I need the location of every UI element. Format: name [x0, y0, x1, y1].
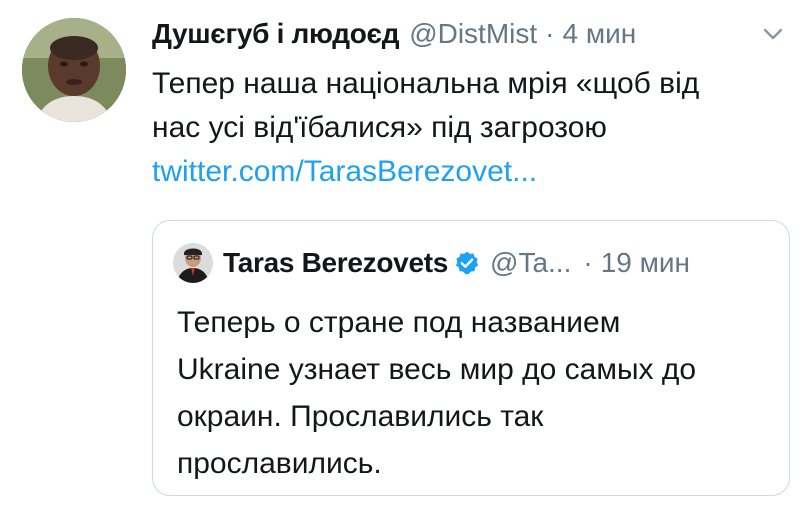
- quoted-tweet-text: Теперь о стране под названием Ukraine уз…: [177, 299, 777, 487]
- author-avatar[interactable]: [22, 18, 126, 122]
- separator-dot: ·: [545, 18, 555, 49]
- quoted-user-avatar-icon: [173, 243, 213, 283]
- verified-badge-icon: [455, 251, 479, 275]
- quoted-text-line: прославились.: [177, 447, 382, 480]
- quoted-text-line: окраин. Прославились так: [177, 400, 544, 433]
- quoted-author-avatar[interactable]: [173, 243, 213, 283]
- tweet-text-line: Тепер наша національна мрія «щоб від: [152, 67, 700, 100]
- tweet-header: Душєгуб і людоєд @DistMist · 4 мин: [152, 14, 780, 54]
- quoted-author-handle[interactable]: @Ta...: [490, 247, 571, 279]
- quoted-text-line: Теперь о стране под названием: [177, 306, 621, 339]
- quoted-tweet-header: Taras Berezovets @Ta... · 19 мин: [223, 243, 773, 283]
- tweet-text: Тепер наша національна мрія «щоб від нас…: [152, 62, 772, 150]
- quoted-text-line: Ukraine узнает весь мир до самых до: [177, 353, 697, 386]
- tweet[interactable]: Душєгуб і людоєд @DistMist · 4 мин Тепер…: [0, 0, 800, 505]
- quoted-author-name[interactable]: Taras Berezovets: [223, 247, 448, 279]
- user-avatar-photo-icon: [22, 18, 126, 122]
- quoted-tweet-timestamp[interactable]: 19 мин: [601, 247, 690, 279]
- tweet-link[interactable]: twitter.com/TarasBerezovet...: [152, 150, 537, 194]
- tweet-text-line: нас усі від'їбалися» під загрозою: [152, 111, 607, 144]
- tweet-timestamp[interactable]: 4 мин: [562, 14, 636, 54]
- author-handle[interactable]: @DistMist: [409, 14, 537, 54]
- quoted-tweet-card[interactable]: Taras Berezovets @Ta... · 19 мин Теперь …: [152, 220, 790, 496]
- chevron-down-icon[interactable]: [762, 26, 784, 42]
- author-name[interactable]: Душєгуб і людоєд: [152, 14, 399, 54]
- separator-dot: ·: [583, 247, 593, 278]
